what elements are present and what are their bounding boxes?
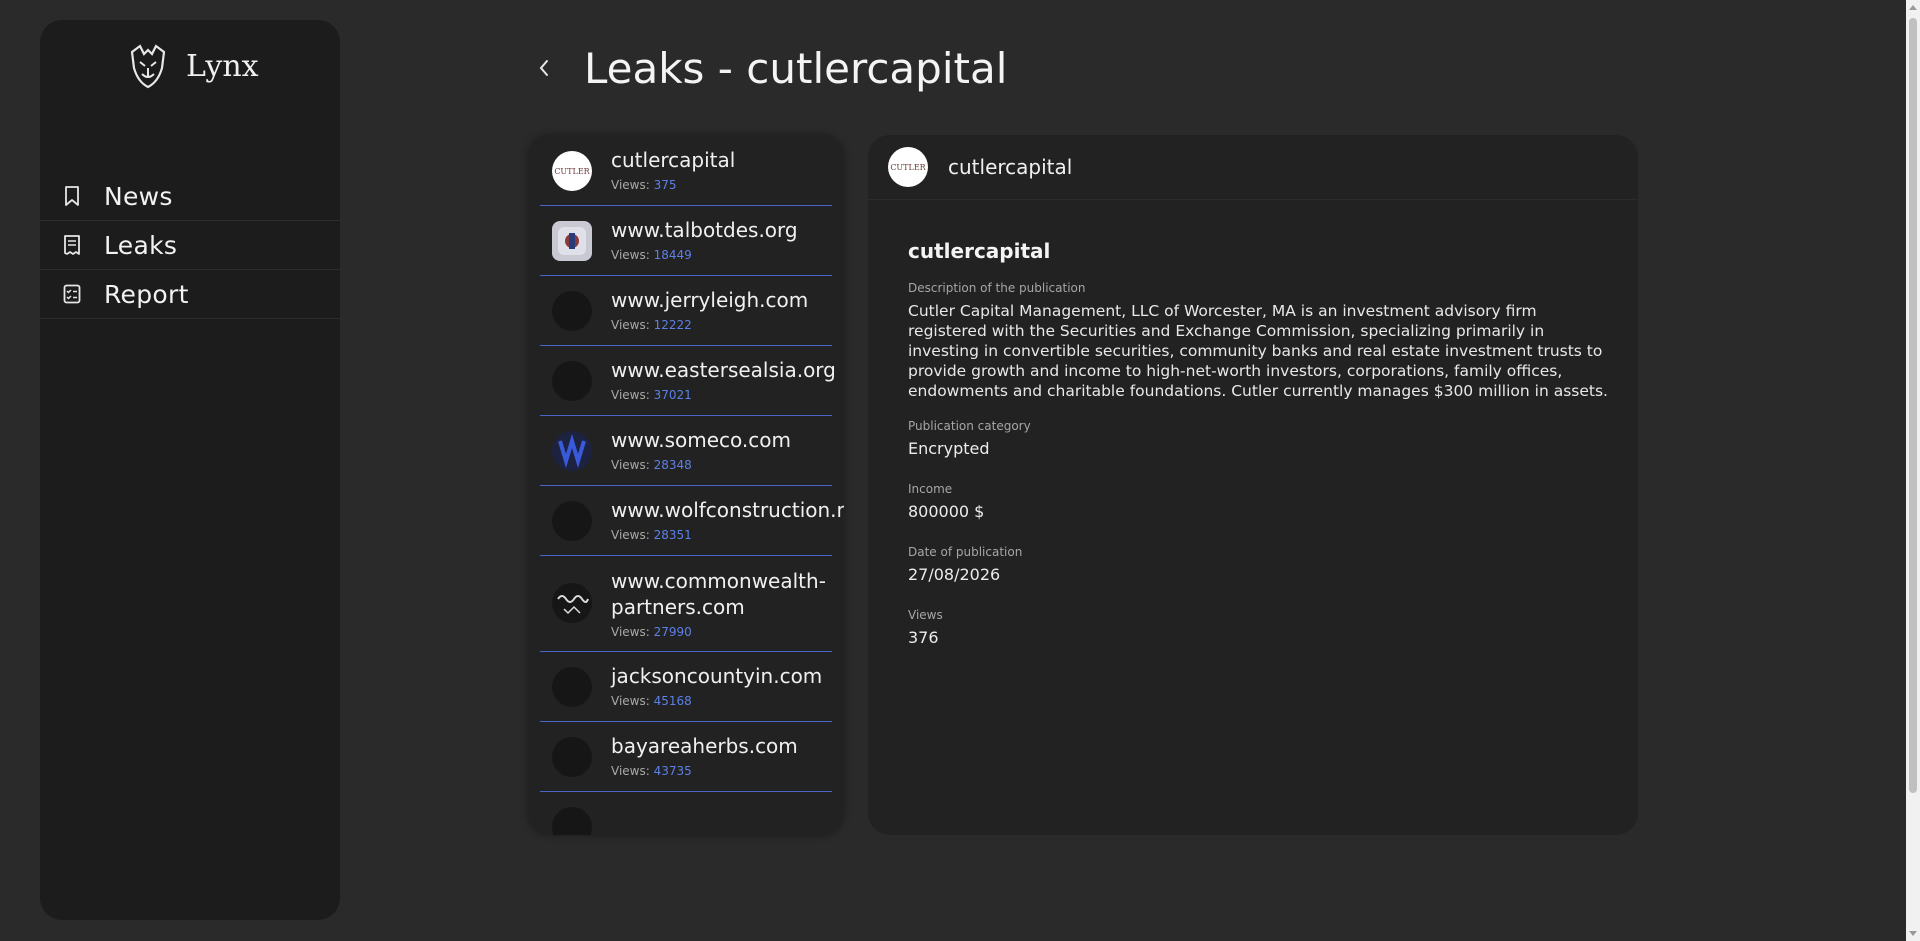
sidebar-item-label: News: [104, 181, 173, 211]
income-label: Income: [908, 482, 953, 496]
avatar: [552, 737, 592, 777]
avatar: [552, 583, 592, 623]
avatar-text: CUTLER: [554, 166, 590, 176]
detail-header: CUTLER cutlercapital: [868, 135, 1638, 200]
leak-views: Views: 27990: [611, 625, 692, 639]
date-label: Date of publication: [908, 545, 1023, 559]
avatar: CUTLER: [552, 151, 592, 191]
back-arrow-icon[interactable]: [530, 54, 558, 82]
list-item[interactable]: www.jerryleigh.com Views: 12222: [540, 275, 832, 346]
sidebar-item-news[interactable]: News: [40, 172, 340, 221]
app-name: Lynx: [186, 48, 259, 84]
page-header: Leaks - cutlercapital: [530, 38, 1007, 98]
list-item[interactable]: www.talbotdes.org Views: 18449: [540, 205, 832, 276]
sidebar: Lynx News Leaks Report: [40, 20, 340, 920]
detail-header-name: cutlercapital: [948, 155, 1073, 179]
list-item[interactable]: [540, 791, 832, 835]
avatar: [552, 361, 592, 401]
sidebar-item-report[interactable]: Report: [40, 270, 340, 319]
detail-title: cutlercapital: [908, 239, 1051, 263]
detail-fields: Publication category Encrypted Income 80…: [908, 419, 1608, 671]
avatar: [552, 221, 592, 261]
list-item[interactable]: bayareaherbs.com Views: 43735: [540, 721, 832, 792]
receipt-icon: [64, 235, 80, 255]
scroll-up-icon[interactable]: [1909, 5, 1917, 10]
leaks-list: CUTLER cutlercapital Views: 375 www.talb…: [528, 135, 844, 835]
list-item[interactable]: www.wolfconstruction.net Views: 28351: [540, 485, 844, 556]
avatar: [552, 807, 592, 835]
leak-name: www.eastersealsia.org: [611, 358, 836, 382]
category-field: Publication category Encrypted: [908, 419, 1268, 482]
leak-name: www.commonwealth-partners.com: [611, 569, 826, 619]
list-item[interactable]: www.eastersealsia.org Views: 37021: [540, 345, 836, 416]
avatar: [552, 667, 592, 707]
category-label: Publication category: [908, 419, 1031, 433]
detail-body: cutlercapital Description of the publica…: [908, 239, 1608, 671]
views-field: Views 376: [908, 608, 1268, 671]
leak-views: Views: 43735: [611, 764, 692, 778]
leak-detail: CUTLER cutlercapital cutlercapital Descr…: [868, 135, 1638, 835]
avatar: [552, 431, 592, 471]
leak-name: cutlercapital: [611, 148, 736, 172]
leak-name: www.talbotdes.org: [611, 218, 798, 242]
leak-views: Views: 45168: [611, 694, 692, 708]
leak-name: www.wolfconstruction.net: [611, 498, 844, 522]
avatar: [552, 501, 592, 541]
avatar-text: CUTLER: [890, 162, 926, 172]
avatar: CUTLER: [888, 147, 928, 187]
bookmark-icon: [65, 186, 79, 206]
list-item[interactable]: jacksoncountyin.com Views: 45168: [540, 651, 832, 722]
leak-views: Views: 37021: [611, 388, 692, 402]
list-item[interactable]: CUTLER cutlercapital Views: 375: [540, 135, 832, 206]
views-value: 376: [908, 628, 939, 647]
page-scrollbar[interactable]: [1906, 0, 1920, 941]
checklist-icon: [63, 284, 81, 304]
leak-name: www.jerryleigh.com: [611, 288, 809, 312]
description-text: Cutler Capital Management, LLC of Worces…: [908, 302, 1608, 400]
leak-views: Views: 12222: [611, 318, 692, 332]
leak-views: Views: 18449: [611, 248, 692, 262]
date-field: Date of publication 27/08/2026: [908, 545, 1268, 608]
scroll-down-icon[interactable]: [1909, 931, 1917, 936]
sidebar-item-label: Leaks: [104, 230, 178, 260]
page-title: Leaks - cutlercapital: [584, 43, 1008, 93]
description-label: Description of the publication: [908, 281, 1086, 295]
leak-views: Views: 375: [611, 178, 677, 192]
views-label: Views: [908, 608, 943, 622]
app-logo[interactable]: Lynx: [124, 40, 259, 92]
income-field: Income 800000 $: [908, 482, 1268, 545]
leak-name: bayareaherbs.com: [611, 734, 798, 758]
date-value: 27/08/2026: [908, 565, 1001, 584]
leak-views: Views: 28351: [611, 528, 692, 542]
list-item[interactable]: www.commonwealth-partners.com Views: 279…: [540, 555, 832, 652]
sidebar-item-label: Report: [104, 279, 189, 309]
sidebar-item-leaks[interactable]: Leaks: [40, 221, 340, 270]
leak-views: Views: 28348: [611, 458, 692, 472]
scroll-thumb[interactable]: [1909, 18, 1917, 793]
list-item[interactable]: www.someco.com Views: 28348: [540, 415, 832, 486]
category-value: Encrypted: [908, 439, 990, 458]
leak-name: jacksoncountyin.com: [611, 664, 823, 688]
income-value: 800000 $: [908, 502, 985, 521]
lynx-logo-icon: [130, 44, 166, 89]
sidebar-nav: News Leaks Report: [40, 172, 340, 319]
avatar: [552, 291, 592, 331]
leak-name: www.someco.com: [611, 428, 791, 452]
